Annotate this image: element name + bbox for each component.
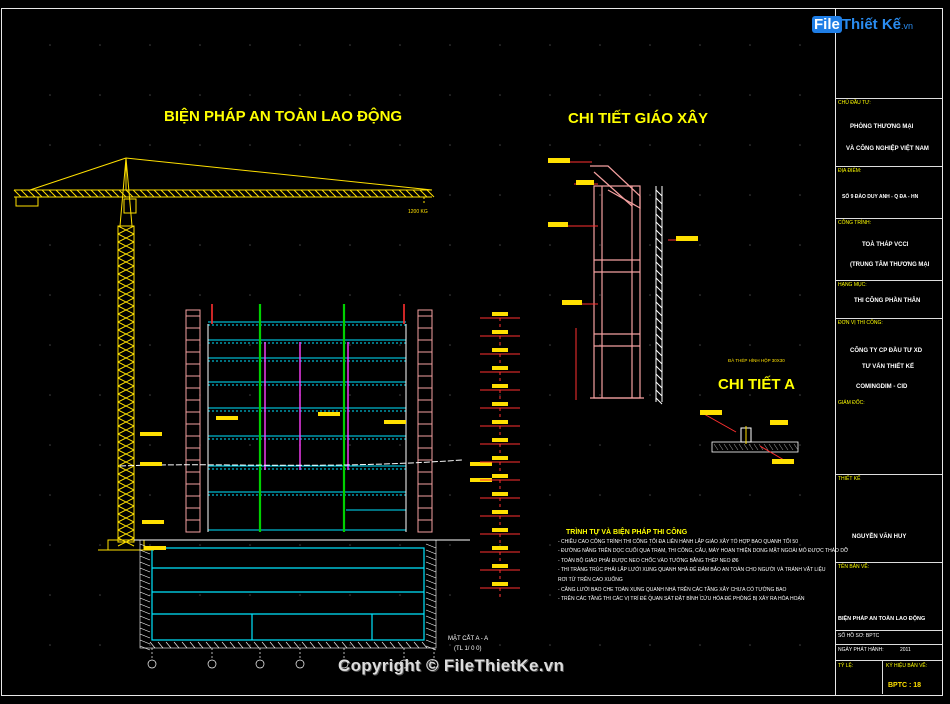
note-line: - ĐƯỜNG NÂNG TRÊN DỌC CUỐI QUA TRẠM, THI… <box>558 548 849 555</box>
project-label: CÔNG TRÌNH: <box>838 220 871 226</box>
tower-crane <box>13 157 435 551</box>
drawing-symbol: BPTC : 18 <box>888 682 922 689</box>
building-section <box>119 304 520 669</box>
note-tag <box>140 432 162 436</box>
note-tag <box>470 462 492 466</box>
level-tag <box>492 438 508 442</box>
symbol-label: KÝ HIỆU BẢN VẼ: <box>886 663 928 669</box>
level-tag <box>492 456 508 460</box>
level-tag <box>492 384 508 388</box>
notes-heading: TRÌNH TỰ VÀ BIỆN PHÁP THI CÔNG <box>566 529 688 536</box>
sheet-no: SỐ HỒ SƠ: BPTC <box>838 633 880 639</box>
owner-name-1: PHÒNG THƯƠNG MẠI <box>850 124 914 130</box>
note-tag <box>216 416 238 420</box>
owner-name-2: VÀ CÔNG NGHIỆP VIỆT NAM <box>846 146 929 152</box>
note-line: - CĂNG LƯỚI BAO CHE TOÀN XUNG QUANH NHÀ … <box>558 586 787 593</box>
level-tag <box>492 510 508 514</box>
note-line: - TOÀN BỘ GIÁO PHẢI ĐƯỢC NEO CHỐC VÀO TƯ… <box>558 557 739 564</box>
drawing-label: TÊN BẢN VẼ: <box>838 564 870 570</box>
note-line: - THI TRÀNG TRÚC PHẢI LẮP LƯỚI XUNG QUAN… <box>558 567 826 574</box>
scaffold-title: CHI TIẾT GIÁO XÂY <box>568 110 709 127</box>
site-logo[interactable]: File Thiết Kế.vn <box>812 16 913 34</box>
logo-suffix: .vn <box>901 21 914 31</box>
item-label: HẠNG MỤC: <box>838 282 867 288</box>
level-tag <box>492 564 508 568</box>
note-tag <box>140 462 162 466</box>
level-tag <box>492 420 508 424</box>
logo-thietke: Thiết Kế <box>841 16 902 33</box>
level-tag <box>492 546 508 550</box>
note-tag <box>318 412 340 416</box>
note-line: RƠI TỪ TRÊN CAO XUỐNG <box>558 576 623 583</box>
note-line: - CHIỀU CAO CÔNG TRÌNH THI CÔNG TỐI ĐA L… <box>558 538 798 545</box>
date: 2011 <box>900 647 911 653</box>
detail-a-drawing <box>700 410 799 464</box>
section-scale: (TL 1/ 0 0) <box>454 646 481 652</box>
project-1: TOÀ THÁP VCCI <box>862 242 909 248</box>
scale-label: TỶ LỆ: <box>838 663 854 669</box>
section-title: MẶT CẮT A - A <box>448 634 488 642</box>
note-tag <box>142 520 164 524</box>
designer: NGUYỄN VĂN HUY <box>852 534 907 540</box>
note-line: - TRÊN CÁC TẦNG THI CÁC VỊ TRÍ ĐỂ QUAN S… <box>558 596 805 603</box>
director-label: GIÁM ĐỐC: <box>838 400 865 406</box>
detail-a-title: CHI TIẾT A <box>718 376 795 393</box>
contractor-label: ĐƠN VỊ THI CÔNG: <box>838 320 883 326</box>
owner-label: CHỦ ĐẦU TƯ: <box>838 100 871 106</box>
scaffold-note: ĐÀ THÉP HÌNH HỘP 30X30 <box>728 357 785 363</box>
level-tag <box>492 492 508 496</box>
contractor-1: CÔNG TY CP ĐẦU TƯ XD <box>850 348 923 354</box>
level-tag <box>492 312 508 316</box>
address-label: ĐỊA ĐIỂM: <box>838 168 862 174</box>
item: THI CÔNG PHẦN THÂN <box>854 298 921 304</box>
designer-label: THIẾT KẾ <box>838 476 861 482</box>
copyright-watermark: Copyright © FileThietKe.vn <box>338 656 565 675</box>
level-tag <box>492 330 508 334</box>
contractor-2: TƯ VẤN THIẾT KẾ <box>862 364 914 370</box>
level-tag <box>492 366 508 370</box>
level-tag <box>492 474 508 478</box>
level-tag <box>492 528 508 532</box>
scaffold-wall <box>655 186 663 405</box>
construction-notes: TRÌNH TỰ VÀ BIỆN PHÁP THI CÔNG - CHIỀU C… <box>558 528 848 605</box>
note-tag <box>144 546 166 550</box>
level-tag <box>492 402 508 406</box>
project-2: (TRUNG TÂM THƯƠNG MẠI <box>850 262 930 268</box>
note-tag <box>384 420 406 424</box>
level-tag <box>492 582 508 586</box>
scaffold-detail <box>590 165 644 399</box>
date-label: NGÀY PHÁT HÀNH: <box>838 647 884 653</box>
crane-load-label: 1200 KG <box>408 209 428 215</box>
contractor-3: COMINGDIM - CID <box>856 384 908 390</box>
address: SỐ 9 ĐÀO DUY ANH - Q ĐA - HN <box>842 194 919 200</box>
logo-file: File <box>812 16 842 33</box>
drawing-name: BIỆN PHÁP AN TOÀN LAO ĐỘNG <box>838 616 926 622</box>
level-tag <box>492 348 508 352</box>
safety-title: BIỆN PHÁP AN TOÀN LAO ĐỘNG <box>164 108 403 125</box>
